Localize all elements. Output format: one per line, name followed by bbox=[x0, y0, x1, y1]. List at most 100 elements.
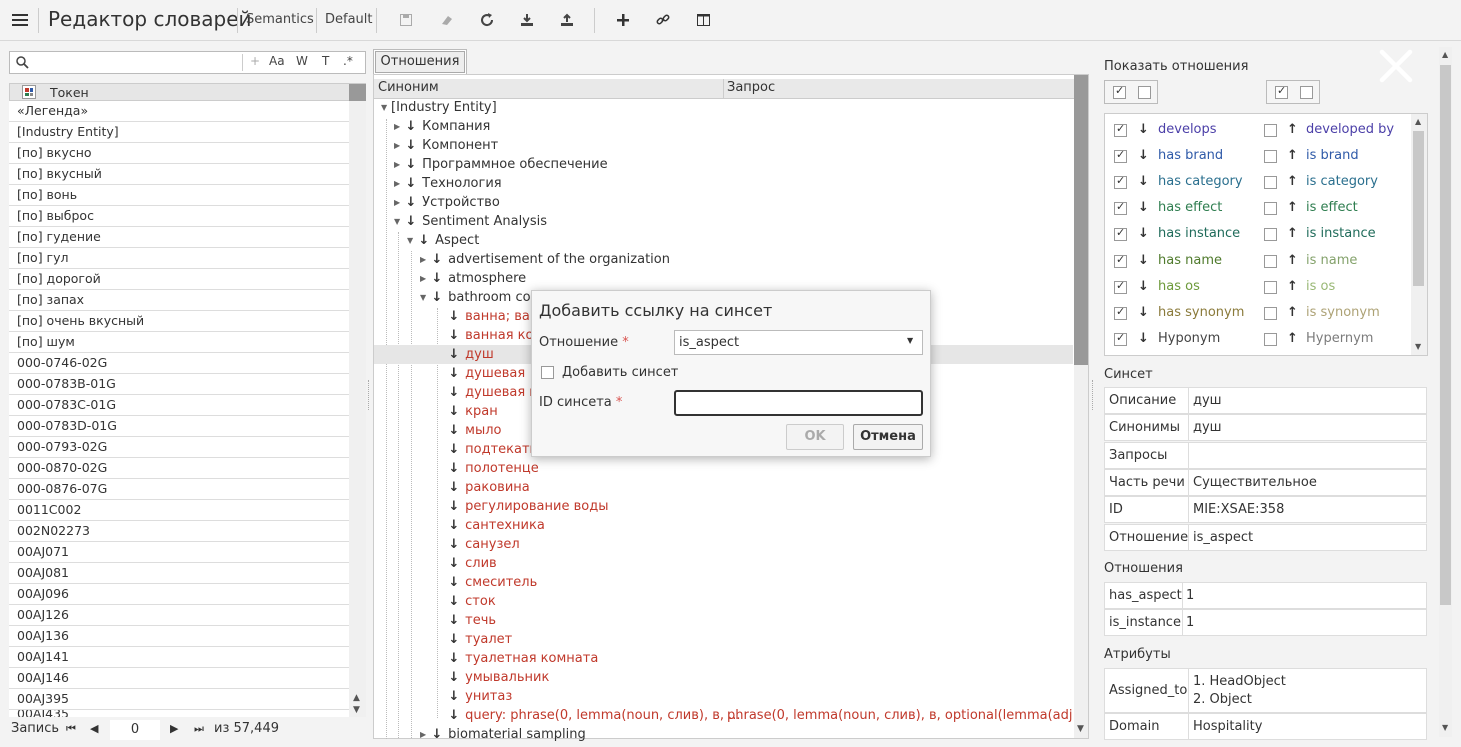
tree-node[interactable]: ↓ кран bbox=[447, 402, 498, 421]
token-list-item[interactable]: [по] запах bbox=[9, 290, 349, 311]
refresh-icon[interactable] bbox=[477, 10, 497, 30]
collapse-icon[interactable]: ▼ bbox=[394, 212, 404, 231]
token-toggle[interactable]: T bbox=[322, 54, 329, 68]
tree-node[interactable]: ↓ течь bbox=[447, 611, 497, 630]
token-list-item[interactable]: 00AJ136 bbox=[9, 626, 349, 647]
backward-relation-checkbox[interactable] bbox=[1264, 306, 1277, 320]
save-icon[interactable] bbox=[396, 10, 416, 30]
expand-icon[interactable]: ▶ bbox=[420, 269, 430, 288]
case-toggle[interactable]: Aa bbox=[269, 54, 285, 68]
token-list-item[interactable]: 000-0876-07G bbox=[9, 479, 349, 500]
tree-node[interactable]: ↓ унитаз bbox=[447, 687, 513, 706]
tree-node[interactable]: ▶ ↓ advertisement of the organization bbox=[420, 250, 670, 269]
page-number-input[interactable]: 0 bbox=[110, 720, 160, 740]
token-list-item[interactable]: 000-0746-02G bbox=[9, 353, 349, 374]
add-synset-checkbox[interactable] bbox=[541, 366, 554, 379]
tree-node[interactable]: ↓ слив bbox=[447, 554, 497, 573]
relation-select[interactable]: is_aspect ▼ bbox=[674, 330, 923, 355]
tree-node[interactable]: ▶ ↓ Технология bbox=[394, 174, 502, 193]
token-list-item[interactable]: [Industry Entity] bbox=[9, 122, 349, 143]
relations-filter-scrollbar[interactable]: ▲ ▼ bbox=[1411, 114, 1427, 355]
uncheck-all-backward-button[interactable] bbox=[1300, 86, 1313, 99]
token-list-item[interactable]: 00AJ141 bbox=[9, 647, 349, 668]
token-list-item[interactable]: 000-0783D-01G bbox=[9, 416, 349, 437]
tree-node[interactable]: ↓ душевая к bbox=[447, 383, 538, 402]
forward-relation-checkbox[interactable] bbox=[1114, 253, 1127, 268]
uncheck-all-forward-button[interactable] bbox=[1138, 86, 1151, 99]
backward-relation-checkbox[interactable] bbox=[1264, 124, 1277, 137]
tree-node[interactable]: ↓ сантехника bbox=[447, 516, 545, 535]
token-list-item[interactable]: [по] выброс bbox=[9, 206, 349, 227]
tree-node[interactable]: ▶ ↓ Компания bbox=[394, 117, 490, 136]
tree-node[interactable]: ↓ туалет bbox=[447, 630, 513, 649]
forward-relation-checkbox[interactable] bbox=[1114, 305, 1127, 320]
expand-icon[interactable]: ▶ bbox=[420, 250, 430, 269]
forward-relation-checkbox[interactable] bbox=[1114, 226, 1127, 242]
tree-node[interactable]: ▼ [Industry Entity] bbox=[381, 98, 497, 117]
tree-node[interactable]: ▼ ↓ Sentiment Analysis bbox=[394, 212, 547, 231]
token-list-item[interactable]: 000-0783B-01G bbox=[9, 374, 349, 395]
tree-scrollbar[interactable]: ▼ bbox=[1074, 75, 1088, 738]
token-list-item[interactable]: [по] вкусный bbox=[9, 164, 349, 185]
collapse-icon[interactable]: ▼ bbox=[420, 288, 430, 307]
backward-relation-checkbox[interactable] bbox=[1264, 280, 1277, 294]
tree-node[interactable]: ↓ query: phrase(0, lemma(noun, слив), в,… bbox=[447, 706, 741, 725]
token-list-item[interactable]: [по] шум bbox=[9, 332, 349, 353]
semantics-label[interactable]: Semantics bbox=[246, 12, 314, 27]
tree-node[interactable]: ↓ душ bbox=[447, 345, 494, 364]
tree-node[interactable]: ↓ туалетная комната bbox=[447, 649, 599, 668]
token-list-item[interactable]: [по] дорогой bbox=[9, 269, 349, 290]
token-list-item[interactable]: 000-0793-02G bbox=[9, 437, 349, 458]
token-list-item[interactable]: 000-0870-02G bbox=[9, 458, 349, 479]
tree-node[interactable]: ↓ ванная ко bbox=[447, 326, 534, 345]
ok-button[interactable]: OK bbox=[786, 424, 844, 450]
tree-node[interactable]: ↓ умывальник bbox=[447, 668, 550, 687]
check-all-backward-button[interactable] bbox=[1275, 84, 1288, 99]
tree-node[interactable]: ↓ смеситель bbox=[447, 573, 538, 592]
prev-page-icon[interactable]: ◀ bbox=[90, 722, 98, 735]
token-list-item[interactable]: 000-0783C-01G bbox=[9, 395, 349, 416]
tree-node[interactable]: ↓ раковина bbox=[447, 478, 530, 497]
tree-node[interactable]: ↓ санузел bbox=[447, 535, 520, 554]
backward-relation-checkbox[interactable] bbox=[1264, 150, 1277, 164]
tree-node[interactable]: ↓ ванна; ван bbox=[447, 307, 539, 326]
download-icon[interactable] bbox=[517, 10, 537, 30]
expand-icon[interactable]: ▶ bbox=[394, 193, 404, 212]
token-list-item[interactable]: 002N02273 bbox=[9, 521, 349, 542]
token-list-item[interactable]: [по] вкусно bbox=[9, 143, 349, 164]
backward-relation-checkbox[interactable] bbox=[1264, 254, 1277, 268]
check-all-forward-button[interactable] bbox=[1113, 84, 1126, 99]
token-scrollbar[interactable]: ▲ ▼ bbox=[349, 101, 366, 717]
next-page-icon[interactable]: ▶ bbox=[170, 722, 178, 735]
upload-icon[interactable] bbox=[557, 10, 577, 30]
collapse-icon[interactable]: ▼ bbox=[381, 98, 391, 117]
forward-relation-checkbox[interactable] bbox=[1114, 174, 1127, 190]
token-search-input[interactable] bbox=[34, 53, 239, 72]
add-icon[interactable] bbox=[613, 10, 633, 30]
columns-layout-icon[interactable] bbox=[693, 10, 713, 30]
tree-node[interactable]: ▶ ↓ atmosphere bbox=[420, 269, 526, 288]
link-icon[interactable] bbox=[653, 10, 673, 30]
token-list-item[interactable]: [по] гудение bbox=[9, 227, 349, 248]
word-toggle[interactable]: W bbox=[296, 54, 308, 68]
tree-node[interactable]: ▶ ↓ biomaterial sampling bbox=[420, 725, 586, 744]
synset-id-input[interactable] bbox=[674, 390, 923, 416]
right-panel-scrollbar[interactable]: ▲ ▼ bbox=[1439, 47, 1452, 737]
token-list-item[interactable]: [по] гул bbox=[9, 248, 349, 269]
token-list-item[interactable]: [по] очень вкусный bbox=[9, 311, 349, 332]
token-list-item[interactable]: 00AJ395 bbox=[9, 689, 349, 710]
legend-icon[interactable] bbox=[22, 85, 36, 99]
tree-node[interactable]: ▶ ↓ Компонент bbox=[394, 136, 498, 155]
backward-relation-checkbox[interactable] bbox=[1264, 228, 1277, 242]
token-list-item[interactable]: [по] вонь bbox=[9, 185, 349, 206]
backward-relation-checkbox[interactable] bbox=[1264, 332, 1277, 346]
tree-node[interactable]: ↓ регулирование воды bbox=[447, 497, 609, 516]
expand-icon[interactable]: ▶ bbox=[394, 117, 404, 136]
token-list-item[interactable]: 00AJ096 bbox=[9, 584, 349, 605]
close-icon[interactable] bbox=[1378, 48, 1414, 84]
token-list-item[interactable]: «Легенда» bbox=[9, 101, 349, 122]
tree-node[interactable]: ↓ душевая bbox=[447, 364, 526, 383]
expand-icon[interactable]: ▶ bbox=[394, 155, 404, 174]
eraser-icon[interactable] bbox=[437, 10, 457, 30]
tree-node[interactable]: ↓ мыло bbox=[447, 421, 502, 440]
